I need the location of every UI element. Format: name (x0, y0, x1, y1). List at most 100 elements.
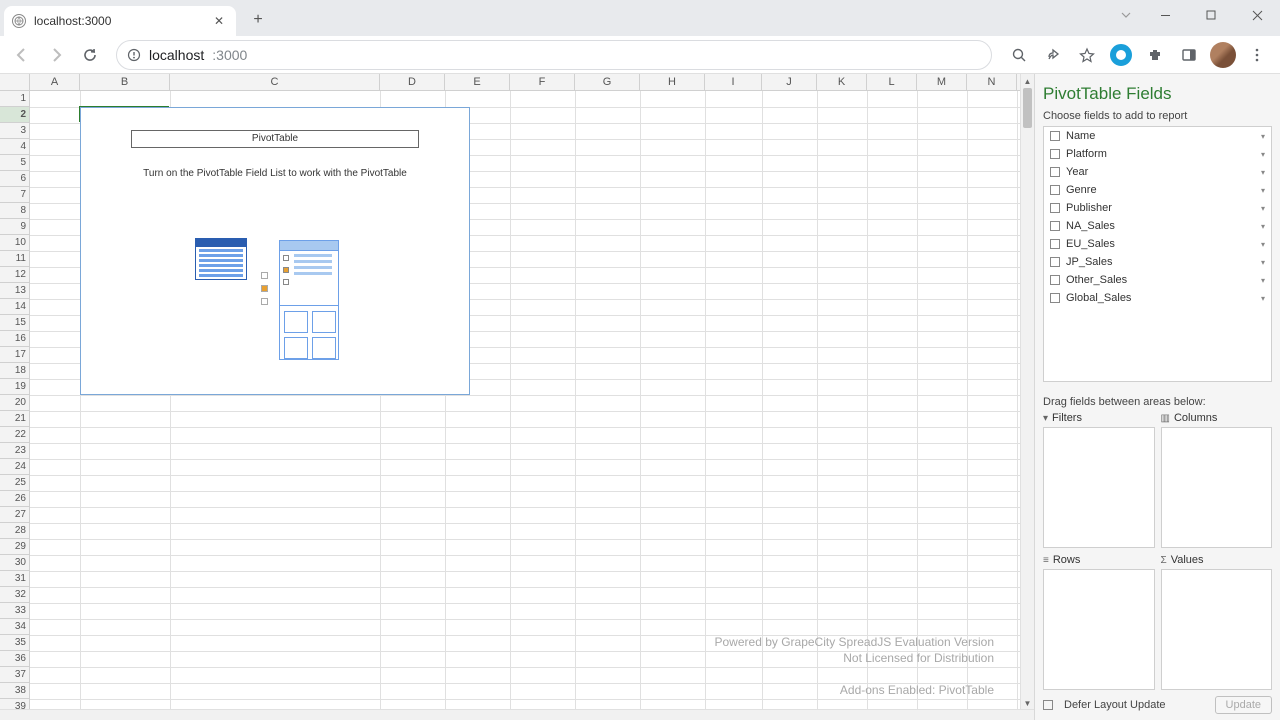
checkbox-icon[interactable] (1050, 293, 1060, 303)
chevron-down-icon[interactable]: ▾ (1261, 186, 1265, 195)
row-header[interactable]: 16 (0, 331, 29, 347)
checkbox-icon[interactable] (1050, 221, 1060, 231)
chevron-down-icon[interactable]: ▾ (1261, 240, 1265, 249)
row-header[interactable]: 27 (0, 507, 29, 523)
row-header[interactable]: 1 (0, 91, 29, 107)
cells-grid[interactable]: PivotTable Turn on the PivotTable Field … (30, 91, 1020, 709)
forward-button[interactable] (42, 41, 70, 69)
row-header[interactable]: 29 (0, 539, 29, 555)
kebab-menu-icon[interactable] (1242, 40, 1272, 70)
row-header[interactable]: 25 (0, 475, 29, 491)
filters-area[interactable]: ▾Filters (1043, 412, 1155, 548)
row-header[interactable]: 10 (0, 235, 29, 251)
row-header[interactable]: 20 (0, 395, 29, 411)
row-header[interactable]: 35 (0, 635, 29, 651)
column-header[interactable]: H (640, 74, 705, 90)
vertical-scrollbar[interactable]: ▲ ▼ (1020, 74, 1034, 710)
column-header[interactable]: G (575, 74, 640, 90)
column-header[interactable]: D (380, 74, 445, 90)
new-tab-button[interactable]: + (244, 6, 272, 34)
row-header[interactable]: 37 (0, 667, 29, 683)
scroll-down-button[interactable]: ▼ (1021, 696, 1034, 710)
row-header[interactable]: 34 (0, 619, 29, 635)
field-list[interactable]: Name▾Platform▾Year▾Genre▾Publisher▾NA_Sa… (1043, 126, 1272, 382)
values-area[interactable]: ΣValues (1161, 554, 1273, 690)
back-button[interactable] (8, 41, 36, 69)
field-row[interactable]: Global_Sales▾ (1044, 289, 1271, 307)
chevron-down-icon[interactable]: ▾ (1261, 222, 1265, 231)
checkbox-icon[interactable] (1050, 131, 1060, 141)
field-row[interactable]: EU_Sales▾ (1044, 235, 1271, 253)
row-header[interactable]: 18 (0, 363, 29, 379)
checkbox-icon[interactable] (1050, 275, 1060, 285)
row-header[interactable]: 6 (0, 171, 29, 187)
values-dropzone[interactable] (1161, 569, 1273, 690)
checkbox-icon[interactable] (1050, 149, 1060, 159)
chevron-down-icon[interactable]: ▾ (1261, 132, 1265, 141)
row-header[interactable]: 22 (0, 427, 29, 443)
scroll-up-button[interactable]: ▲ (1021, 74, 1034, 88)
column-header[interactable]: N (967, 74, 1017, 90)
row-header[interactable]: 14 (0, 299, 29, 315)
spreadsheet[interactable]: ABCDEFGHIJKLMN 1234567891011121314151617… (0, 74, 1034, 720)
column-header[interactable]: K (817, 74, 867, 90)
row-header[interactable]: 3 (0, 123, 29, 139)
field-row[interactable]: Genre▾ (1044, 181, 1271, 199)
columns-area[interactable]: ▥Columns (1161, 412, 1273, 548)
chevron-down-icon[interactable]: ▾ (1261, 294, 1265, 303)
column-header[interactable]: M (917, 74, 967, 90)
columns-dropzone[interactable] (1161, 427, 1273, 548)
checkbox-icon[interactable] (1050, 167, 1060, 177)
profile-avatar[interactable] (1208, 40, 1238, 70)
field-row[interactable]: Platform▾ (1044, 145, 1271, 163)
scroll-thumb[interactable] (1023, 88, 1032, 128)
checkbox-icon[interactable] (1050, 185, 1060, 195)
row-header[interactable]: 23 (0, 443, 29, 459)
rows-dropzone[interactable] (1043, 569, 1155, 690)
bookmark-icon[interactable] (1072, 40, 1102, 70)
sidepanel-icon[interactable] (1174, 40, 1204, 70)
row-header[interactable]: 19 (0, 379, 29, 395)
row-header[interactable]: 26 (0, 491, 29, 507)
address-bar[interactable]: localhost:3000 (116, 40, 992, 70)
row-header[interactable]: 28 (0, 523, 29, 539)
row-header[interactable]: 2 (0, 107, 29, 123)
row-header[interactable]: 4 (0, 139, 29, 155)
extension-badge-icon[interactable] (1106, 40, 1136, 70)
row-header[interactable]: 24 (0, 459, 29, 475)
column-header[interactable]: J (762, 74, 817, 90)
pivottable-placeholder[interactable]: PivotTable Turn on the PivotTable Field … (80, 107, 470, 395)
close-icon[interactable]: ✕ (210, 12, 228, 30)
extensions-icon[interactable] (1140, 40, 1170, 70)
site-info-icon[interactable] (127, 48, 141, 62)
row-header[interactable]: 17 (0, 347, 29, 363)
row-header[interactable]: 8 (0, 203, 29, 219)
chevron-down-icon[interactable]: ▾ (1261, 204, 1265, 213)
column-header[interactable]: A (30, 74, 80, 90)
row-header[interactable]: 13 (0, 283, 29, 299)
reload-button[interactable] (76, 41, 104, 69)
column-header[interactable]: E (445, 74, 510, 90)
field-row[interactable]: JP_Sales▾ (1044, 253, 1271, 271)
field-row[interactable]: NA_Sales▾ (1044, 217, 1271, 235)
horizontal-scrollbar[interactable] (0, 709, 1034, 720)
column-header[interactable]: B (80, 74, 170, 90)
row-header[interactable]: 12 (0, 267, 29, 283)
update-button[interactable]: Update (1215, 696, 1272, 714)
row-header[interactable]: 7 (0, 187, 29, 203)
rows-area[interactable]: ≡Rows (1043, 554, 1155, 690)
close-window-button[interactable] (1234, 0, 1280, 30)
column-header[interactable]: I (705, 74, 762, 90)
chevron-down-icon[interactable]: ▾ (1261, 168, 1265, 177)
field-row[interactable]: Name▾ (1044, 127, 1271, 145)
row-header[interactable]: 38 (0, 683, 29, 699)
chevron-down-icon[interactable]: ▾ (1261, 258, 1265, 267)
field-row[interactable]: Year▾ (1044, 163, 1271, 181)
select-all-corner[interactable] (0, 74, 30, 90)
filters-dropzone[interactable] (1043, 427, 1155, 548)
row-header[interactable]: 21 (0, 411, 29, 427)
browser-tab[interactable]: localhost:3000 ✕ (4, 6, 236, 36)
row-header[interactable]: 36 (0, 651, 29, 667)
row-header[interactable]: 11 (0, 251, 29, 267)
checkbox-icon[interactable] (1050, 257, 1060, 267)
